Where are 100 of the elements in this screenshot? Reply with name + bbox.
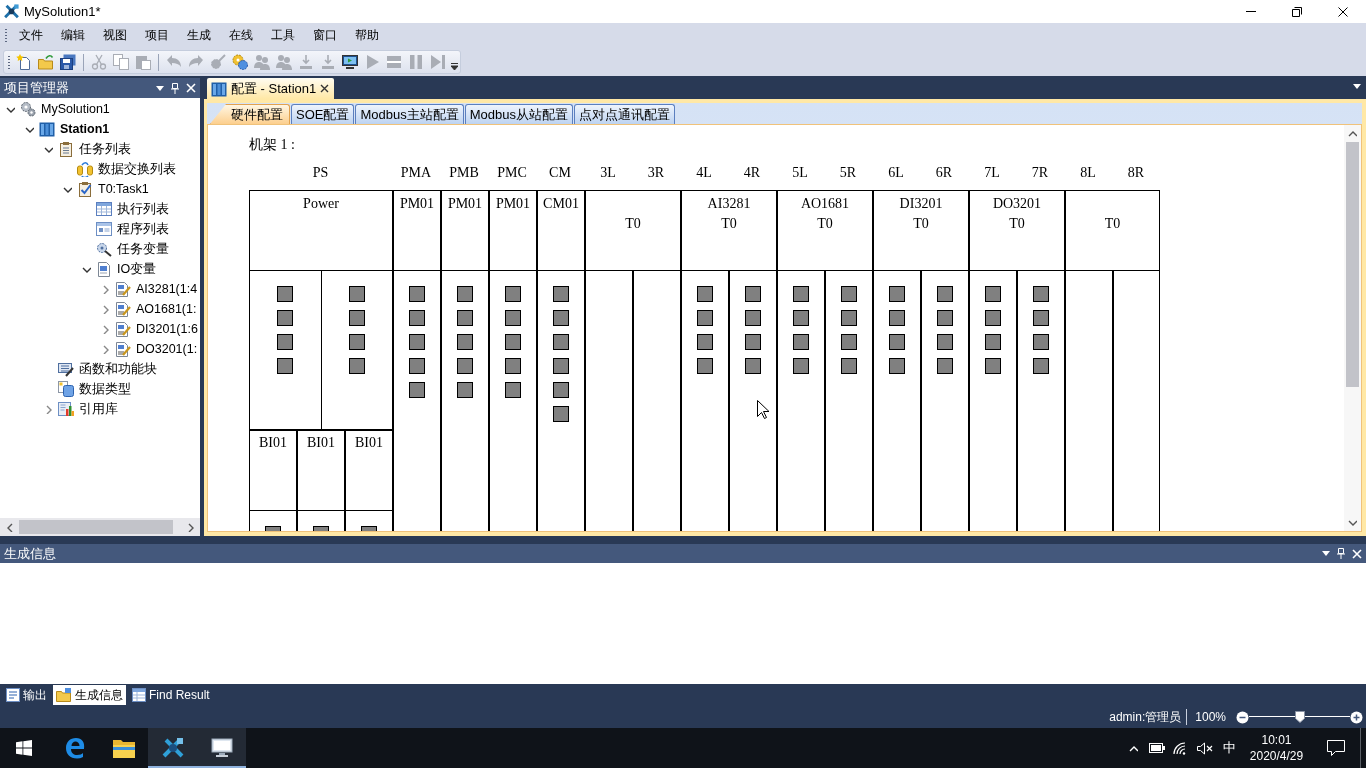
led-indicator [697,310,713,326]
led-indicator [505,358,521,374]
module-task: T0 [721,215,737,233]
zoom-in-icon[interactable] [1350,710,1363,724]
clock-time[interactable]: 10:01 [1261,732,1292,748]
tree-item[interactable]: AO1681(1: [136,302,197,316]
tree-item[interactable]: Station1 [60,122,110,136]
tree-item[interactable]: DI3201(1:6 [136,322,198,336]
led-indicator [937,310,953,326]
close-icon[interactable] [320,84,330,93]
led-indicator [553,382,569,398]
config-tab[interactable]: Modbus从站配置 [464,104,573,124]
document-pencil-icon [115,281,131,297]
scroll-left-icon[interactable] [5,522,14,532]
slot-label: 8L [1080,164,1096,182]
menu-item[interactable]: 工具 [262,26,304,44]
slot-label: 8R [1127,164,1145,182]
document-tab[interactable]: 配置 - Station1 [207,78,335,99]
notification-icon[interactable] [1327,740,1345,756]
menu-item[interactable]: 视图 [94,26,136,44]
scroll-up-icon[interactable] [1348,129,1357,138]
tree-item[interactable]: DO3201(1: [136,342,198,356]
led-indicator [348,358,365,374]
led-indicator [505,286,521,302]
document-icon [6,688,20,702]
tree-item[interactable]: 执行列表 [117,200,169,218]
panel-tab[interactable]: 输出 [3,685,50,705]
card-name: BI01 [307,434,335,452]
speaker-muted-icon[interactable] [1197,741,1213,755]
overflow-caret-icon[interactable] [451,63,458,71]
zoom-out-icon[interactable] [1236,710,1249,724]
tree-item[interactable]: 函数和功能块 [79,360,157,378]
clock-date[interactable]: 2020/4/29 [1249,748,1304,764]
card-name: BI01 [259,434,287,452]
ime-indicator[interactable]: 中 [1222,739,1236,757]
led-indicator [457,286,473,302]
tools-icon [160,737,185,759]
module-name: DI3201 [899,195,943,213]
scroll-right-icon[interactable] [186,522,195,532]
module-name: Power [303,195,339,213]
led-indicator [937,358,953,374]
menu-item[interactable]: 在线 [220,26,262,44]
floppy-disk-icon[interactable] [60,54,76,70]
mouse-pointer-icon [757,400,769,419]
grip-icon[interactable] [8,55,11,69]
tree-item[interactable]: 数据类型 [79,380,131,398]
chevron-up-icon[interactable] [1128,743,1138,753]
scrollbar-thumb[interactable] [1346,142,1359,387]
config-tab[interactable]: SOE配置 [291,104,355,124]
dropdown-icon[interactable] [1353,84,1361,89]
panel-tab[interactable]: Find Result [129,685,213,705]
menu-item[interactable]: 帮助 [346,26,388,44]
tree-item[interactable]: 程序列表 [117,220,169,238]
document-icon [96,261,112,277]
led-indicator [277,334,294,350]
monitor-icon[interactable] [342,54,358,70]
monitor-icon [210,738,233,758]
pin-icon[interactable] [1337,548,1345,559]
folder-icon[interactable] [38,54,54,70]
scrollbar-thumb[interactable] [19,520,173,534]
menu-item[interactable]: 项目 [136,26,178,44]
menu-item[interactable]: 窗口 [304,26,346,44]
dropdown-icon[interactable] [1322,551,1330,556]
module-name: PM01 [495,195,531,213]
led-indicator [985,310,1001,326]
tree-item[interactable]: 任务列表 [79,140,131,158]
menu-item[interactable]: 生成 [178,26,220,44]
card-name: BI01 [355,434,383,452]
module-name: AI3281 [707,195,751,213]
tree-item[interactable]: 引用库 [79,400,118,418]
slider-thumb[interactable] [1294,711,1305,723]
led-indicator [1033,286,1049,302]
slot-label: 7L [984,164,1000,182]
slot-label: PMA [400,164,432,182]
menu-item[interactable]: 编辑 [52,26,94,44]
config-tab[interactable]: Modbus主站配置 [355,104,464,124]
config-tab[interactable]: 硬件配置 [210,104,290,124]
menu-item[interactable]: 文件 [10,26,52,44]
panel-tab[interactable]: 生成信息 [53,685,126,705]
tree-item[interactable]: 任务变量 [117,240,169,258]
tree-item[interactable]: 数据交换列表 [98,160,176,178]
led-indicator [277,286,294,302]
taskbar-button[interactable] [197,728,246,768]
taskbar-button[interactable] [148,728,197,768]
tree-item[interactable]: T0:Task1 [98,182,149,196]
new-document-icon[interactable] [16,54,32,70]
tree-item[interactable]: MySolution1 [41,102,110,116]
dropdown-icon[interactable] [156,85,164,91]
module-task: T0 [625,215,641,233]
tree-item[interactable]: IO变量 [117,260,157,278]
led-indicator [985,358,1001,374]
cylinders-icon [77,161,93,177]
clipboard-check-icon [77,181,93,197]
grip-icon[interactable] [5,28,8,42]
config-tab[interactable]: 点对点通讯配置 [573,104,675,124]
tree-item[interactable]: AI3281(1:4 [136,282,198,296]
battery-icon[interactable] [1149,743,1165,753]
pin-icon[interactable] [171,82,179,94]
scroll-down-icon[interactable] [1348,518,1357,527]
gears-icon[interactable] [232,54,248,70]
